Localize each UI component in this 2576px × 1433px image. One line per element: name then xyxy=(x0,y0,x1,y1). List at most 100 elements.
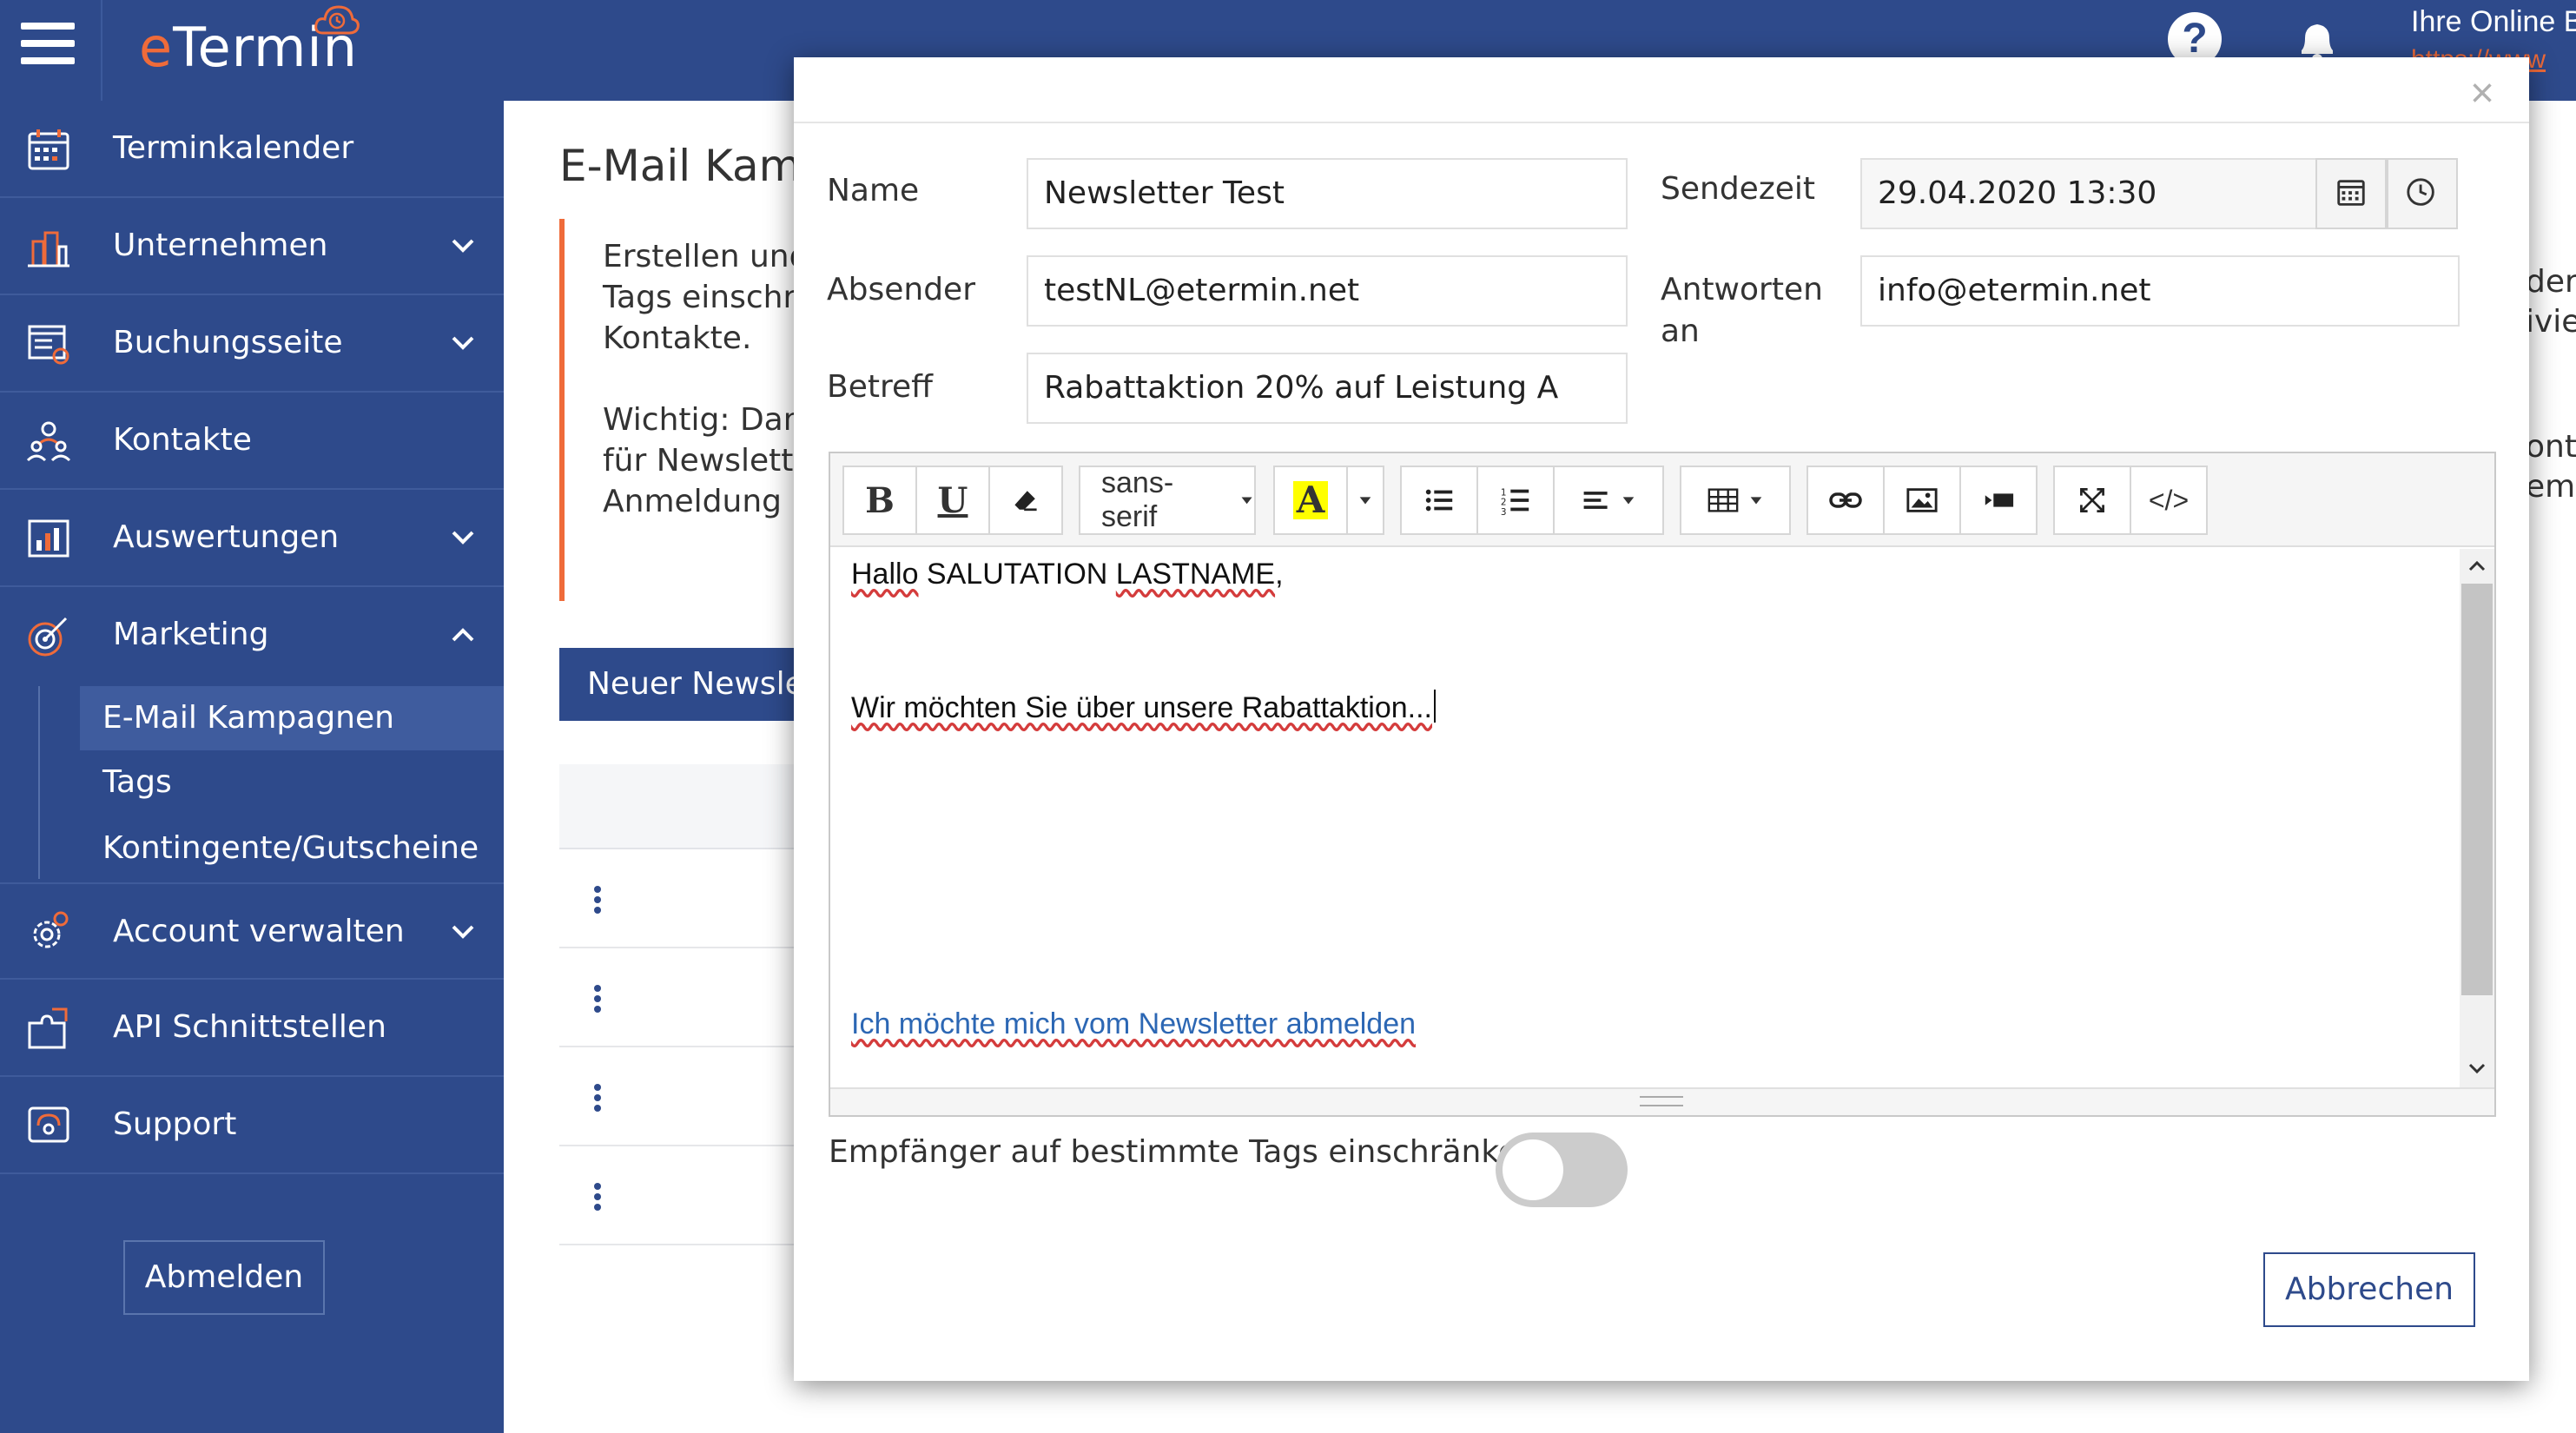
restrict-tags-toggle[interactable] xyxy=(1496,1133,1628,1207)
code-view-button[interactable]: </> xyxy=(2130,466,2208,535)
sender-input[interactable]: testNL@etermin.net xyxy=(1027,255,1628,327)
sidebar-item-auswertungen[interactable]: Auswertungen xyxy=(0,490,504,587)
bold-button[interactable]: B xyxy=(842,466,917,535)
editor-resize-handle[interactable] xyxy=(830,1087,2494,1115)
grip-icon xyxy=(1640,1096,1683,1106)
name-input[interactable]: Newsletter Test xyxy=(1027,158,1628,229)
editor-word: SALUTATION xyxy=(918,558,1116,591)
align-left-icon xyxy=(1583,492,1608,509)
sidebar-item-label: Support xyxy=(113,1106,237,1142)
sender-label: Absender xyxy=(827,272,975,307)
highlight-icon: A xyxy=(1292,481,1329,519)
scroll-down-icon[interactable] xyxy=(2460,1051,2494,1086)
more-options-icon[interactable] xyxy=(594,886,603,914)
font-family-dropdown[interactable]: sans-serif xyxy=(1079,466,1256,535)
sidebar-item-label: Account verwalten xyxy=(113,914,405,949)
bullet-list-button[interactable] xyxy=(1400,466,1478,535)
sendtime-label: Sendezeit xyxy=(1661,171,1815,207)
reply-to-input[interactable]: info@etermin.net xyxy=(1860,255,2460,327)
scroll-thumb[interactable] xyxy=(2461,584,2493,995)
more-options-icon[interactable] xyxy=(594,1183,603,1211)
table-icon xyxy=(1707,488,1739,512)
menu-icon[interactable] xyxy=(21,23,75,68)
highlight-color-dropdown[interactable] xyxy=(1346,466,1384,535)
sidebar-item-label: Buchungsseite xyxy=(113,325,343,360)
editor-toolbar: B U sans-serif A 123 </> xyxy=(830,453,2494,547)
modal-header: × xyxy=(794,57,2529,123)
new-newsletter-button[interactable]: Neuer Newslet xyxy=(559,648,820,721)
booking-page-icon xyxy=(28,325,69,365)
toggle-knob xyxy=(1503,1139,1563,1200)
clear-format-button[interactable] xyxy=(988,466,1063,535)
restrict-tags-label: Empfänger auf bestimmte Tags einschränke… xyxy=(829,1134,1537,1170)
chart-icon xyxy=(28,519,69,558)
name-label: Name xyxy=(827,173,920,208)
date-picker-button[interactable] xyxy=(2315,158,2387,229)
caret-down-icon xyxy=(1750,497,1762,505)
building-icon xyxy=(28,231,69,267)
sendtime-input[interactable]: 29.04.2020 13:30 xyxy=(1860,158,2317,229)
svg-text:1: 1 xyxy=(1501,487,1507,498)
editor-text: Wir möchten Sie über unsere Rabattaktion… xyxy=(851,691,1432,724)
cloud-clock-icon xyxy=(314,5,360,35)
sidebar-item-label: Marketing xyxy=(113,617,269,652)
sidebar: Terminkalender Unternehmen Buchungsseite xyxy=(0,101,504,1433)
editor-scrollbar[interactable] xyxy=(2460,549,2494,1087)
sidebar-subitem-label: E-Mail Kampagnen xyxy=(102,700,394,736)
underline-button[interactable]: U xyxy=(915,466,990,535)
sidebar-subitem-label: Kontingente/Gutscheine xyxy=(102,830,479,866)
sidebar-item-api-schnittstellen[interactable]: API Schnittstellen xyxy=(0,980,504,1077)
sidebar-item-marketing[interactable]: Marketing xyxy=(0,587,504,684)
reply-to-label: Antworten xyxy=(1661,272,1823,307)
table-dropdown[interactable] xyxy=(1680,466,1791,535)
logout-button[interactable]: Abmelden xyxy=(123,1240,325,1315)
scroll-up-icon[interactable] xyxy=(2460,549,2494,584)
link-icon xyxy=(1829,492,1862,508)
sidebar-item-label: Terminkalender xyxy=(113,130,354,166)
sidebar-item-label: Unternehmen xyxy=(113,228,328,263)
sidebar-subitem-tags[interactable]: Tags xyxy=(0,750,504,815)
close-icon[interactable]: × xyxy=(2470,69,2494,117)
support-icon xyxy=(28,1106,69,1143)
cancel-button[interactable]: Abbrechen xyxy=(2263,1252,2475,1327)
sidebar-item-terminkalender[interactable]: Terminkalender xyxy=(0,101,504,198)
sidebar-item-buchungsseite[interactable]: Buchungsseite xyxy=(0,295,504,393)
rich-text-editor: B U sans-serif A 123 </> Hallo SALUTATIO… xyxy=(829,452,2496,1117)
chevron-down-icon xyxy=(452,925,474,939)
caret-down-icon xyxy=(1622,497,1635,505)
info-text: ivie xyxy=(2526,304,2576,340)
sidebar-item-support[interactable]: Support xyxy=(0,1077,504,1174)
numbered-list-icon: 123 xyxy=(1501,487,1529,517)
align-dropdown[interactable] xyxy=(1553,466,1664,535)
calendar-icon xyxy=(2337,180,2365,206)
divider xyxy=(101,0,102,101)
video-button[interactable] xyxy=(1959,466,2038,535)
subject-input[interactable]: Rabattaktion 20% auf Leistung A xyxy=(1027,353,1628,424)
video-icon xyxy=(1985,493,2014,507)
editor-word: LASTNAME xyxy=(1115,558,1276,591)
calendar-icon xyxy=(28,129,69,170)
info-text: Kontakte. xyxy=(603,320,752,356)
editor-content[interactable]: Hallo SALUTATION LASTNAME, Wir möchten S… xyxy=(830,549,2460,1087)
fullscreen-button[interactable] xyxy=(2053,466,2131,535)
eraser-icon xyxy=(1014,491,1037,512)
sidebar-item-account-verwalten[interactable]: Account verwalten xyxy=(0,882,504,980)
target-icon xyxy=(28,617,68,657)
highlight-color-button[interactable]: A xyxy=(1273,466,1348,535)
numbered-list-button[interactable]: 123 xyxy=(1476,466,1555,535)
unsubscribe-link[interactable]: Ich möchte mich vom Newsletter abmelden xyxy=(851,1007,1416,1041)
clock-icon xyxy=(2407,178,2434,206)
sidebar-item-kontakte[interactable]: Kontakte xyxy=(0,393,504,490)
sidebar-subitem-kontingente[interactable]: Kontingente/Gutscheine xyxy=(0,816,504,881)
sidebar-subitem-email-kampagnen[interactable]: E-Mail Kampagnen xyxy=(0,686,504,750)
more-options-icon[interactable] xyxy=(594,1084,603,1112)
editor-word: Hallo xyxy=(851,558,919,591)
gear-icon xyxy=(33,911,69,948)
svg-text:3: 3 xyxy=(1501,507,1507,517)
time-picker-button[interactable] xyxy=(2387,158,2458,229)
sidebar-item-unternehmen[interactable]: Unternehmen xyxy=(0,198,504,295)
link-button[interactable] xyxy=(1807,466,1885,535)
image-button[interactable] xyxy=(1883,466,1961,535)
more-options-icon[interactable] xyxy=(594,985,603,1013)
online-booking-text: Ihre Online B xyxy=(2411,5,2576,38)
